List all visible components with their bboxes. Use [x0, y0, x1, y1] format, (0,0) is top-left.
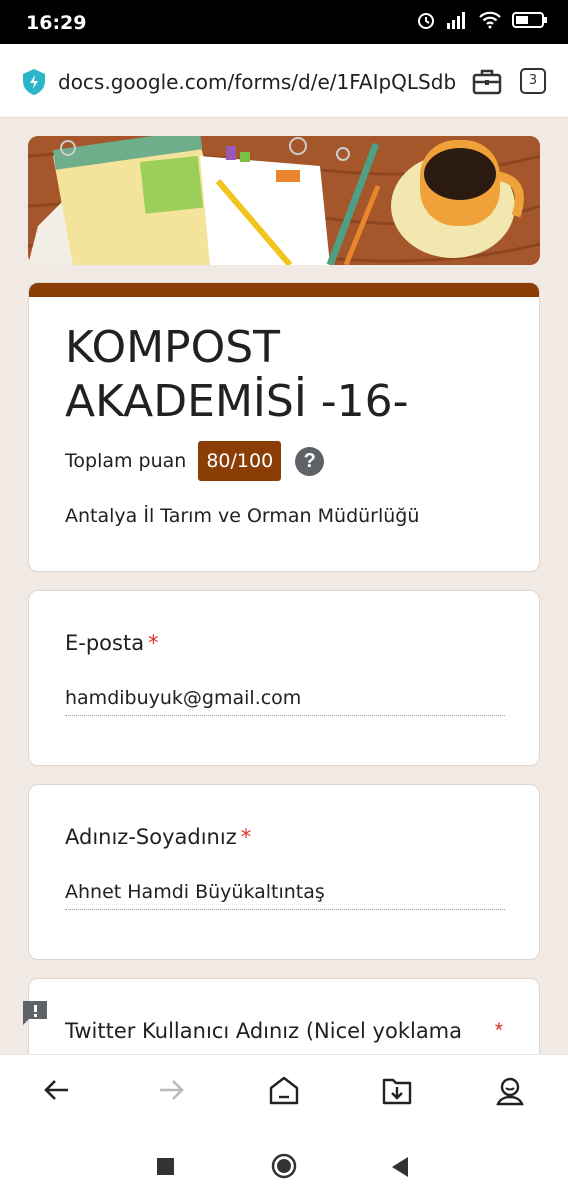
required-asterisk: * — [494, 1019, 503, 1042]
battery-icon — [512, 12, 547, 28]
score-badge: 80/100 — [198, 441, 282, 481]
question-text: Twitter Kullanıcı Adınız (Nicel yoklama — [65, 1019, 463, 1043]
question-card-email: E-posta * hamdibuyuk@gmail.com — [28, 590, 540, 766]
home-icon[interactable] — [268, 1075, 300, 1107]
status-time: 16:29 — [26, 12, 87, 34]
form-description: Antalya İl Tarım ve Orman Müdürlüğü — [65, 505, 420, 527]
form-title: KOMPOST AKADEMİSİ -16- — [65, 322, 409, 427]
tab-count-button[interactable]: 3 — [520, 68, 546, 94]
system-navigation-bar — [0, 1132, 568, 1200]
signal-icon — [447, 12, 465, 29]
help-icon[interactable]: ? — [295, 446, 325, 476]
feedback-icon[interactable] — [20, 998, 50, 1028]
question-card-name: Adınız-Soyadınız * Ahnet Hamdi Büyükaltın… — [28, 784, 540, 960]
total-points-row: Toplam puan 80/100 ? — [65, 441, 325, 481]
total-points-label: Toplam puan — [65, 450, 187, 472]
home-circle-icon[interactable] — [271, 1153, 297, 1179]
name-answer: Ahnet Hamdi Büyükaltıntaş — [65, 881, 505, 910]
question-label: Adınız-Soyadınız * — [65, 825, 251, 849]
browser-toolbar: docs.google.com/forms/d/e/1FAIpQLSdbCe 3 — [0, 44, 568, 118]
status-icons — [416, 10, 548, 30]
form-title-card: KOMPOST AKADEMİSİ -16- Toplam puan 80/10… — [28, 282, 540, 572]
status-bar: 16:29 — [0, 0, 568, 44]
back-triangle-icon[interactable] — [390, 1156, 410, 1178]
question-text: Adınız-Soyadınız — [65, 825, 237, 849]
recents-icon[interactable] — [156, 1157, 176, 1177]
back-arrow-icon[interactable] — [42, 1075, 72, 1105]
email-answer: hamdibuyuk@gmail.com — [65, 687, 505, 716]
url-field[interactable]: docs.google.com/forms/d/e/1FAIpQLSdbCe — [58, 70, 456, 94]
form-header-image — [28, 136, 540, 265]
required-asterisk: * — [148, 631, 159, 655]
browser-bottom-nav — [0, 1054, 568, 1132]
briefcase-icon[interactable] — [472, 68, 502, 96]
account-icon[interactable] — [494, 1075, 526, 1107]
required-asterisk: * — [240, 825, 252, 849]
wifi-icon — [479, 11, 501, 29]
question-label: E-posta * — [65, 631, 159, 655]
download-icon[interactable] — [381, 1075, 413, 1107]
alarm-icon — [418, 13, 434, 29]
question-text: E-posta — [65, 631, 145, 655]
forward-arrow-icon[interactable] — [156, 1075, 186, 1105]
accent-bar — [29, 283, 539, 297]
shield-icon[interactable] — [21, 68, 47, 96]
